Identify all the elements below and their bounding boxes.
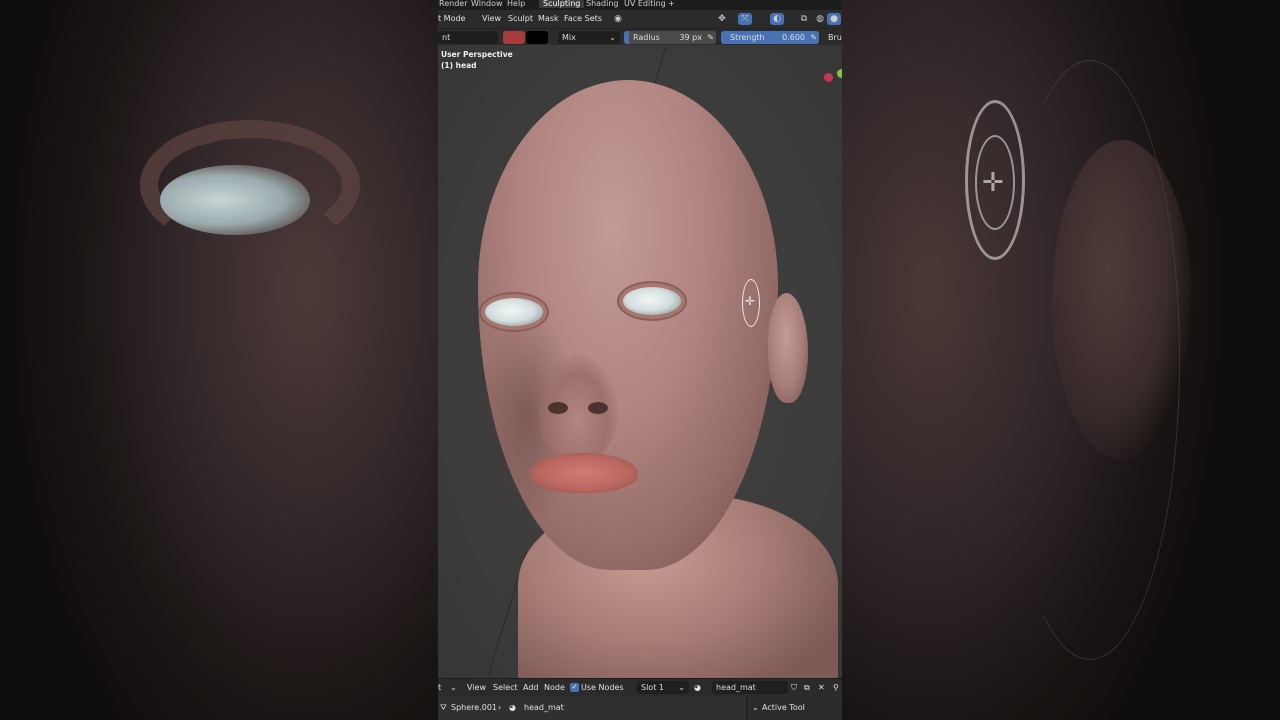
- fake-user-shield-icon[interactable]: ⛉: [791, 683, 797, 693]
- unlink-material-close-icon[interactable]: ✕: [818, 683, 825, 692]
- tool-settings-bar: nt Mix ⌄ Radius 39 px ✎ Strength 0.600 ✎…: [438, 28, 842, 45]
- menu-window[interactable]: Window: [471, 0, 503, 8]
- duplicate-material-icon[interactable]: ⧉: [804, 683, 810, 693]
- gizmo-toggle-icon[interactable]: ✥: [715, 13, 729, 25]
- solid-shading-icon[interactable]: ●: [827, 13, 841, 25]
- navigate-gizmo-icon[interactable]: ⤧: [738, 13, 752, 25]
- blender-window: Render Window Help Sculpting Shading UV …: [438, 0, 842, 720]
- active-tool-label[interactable]: Active Tool: [762, 703, 805, 712]
- right-eyeball: [623, 287, 681, 315]
- view-perspective-label: User Perspective: [441, 50, 513, 59]
- breadcrumb-material: head_mat: [524, 703, 564, 712]
- strength-slider[interactable]: Strength 0.600 ✎: [721, 31, 819, 44]
- brush-selector[interactable]: nt: [438, 31, 498, 44]
- primary-color-swatch[interactable]: [503, 31, 525, 44]
- chevron-down-icon[interactable]: ⌄: [450, 683, 457, 692]
- strength-value: 0.600: [782, 33, 805, 42]
- mode-selector[interactable]: t Mode: [438, 14, 465, 23]
- object-icon: ⛛: [440, 703, 447, 712]
- shader-editor-header: t ⌄ View Select Add Node ✓ Use Nodes Slo…: [438, 678, 842, 696]
- menu-node[interactable]: Node: [544, 683, 565, 692]
- crosshair-icon: ✛: [745, 294, 756, 308]
- pressure-pen-icon[interactable]: ✎: [810, 31, 817, 44]
- menu-select[interactable]: Select: [493, 683, 518, 692]
- left-eyeball: [485, 298, 543, 326]
- editor-type-selector[interactable]: t: [438, 683, 441, 692]
- overlay-toggle-icon[interactable]: ◐: [770, 13, 784, 25]
- chevron-down-icon: ⌄: [609, 33, 616, 42]
- chevron-right-icon: ›: [498, 703, 502, 712]
- viewport-header: t Mode View Sculpt Mask Face Sets ◉ ✥ ⤧ …: [438, 10, 842, 28]
- menu-render[interactable]: Render: [439, 0, 467, 8]
- xray-toggle-icon[interactable]: ⧉: [797, 13, 811, 25]
- top-menu-bar: Render Window Help Sculpting Shading UV …: [438, 0, 842, 10]
- menu-sculpt[interactable]: Sculpt: [508, 14, 533, 23]
- radius-slider-fill: [624, 31, 629, 44]
- menu-add[interactable]: Add: [523, 683, 539, 692]
- x-axis-gizmo[interactable]: [824, 73, 833, 82]
- chevron-down-icon[interactable]: ⌄: [752, 703, 759, 712]
- y-axis-gizmo[interactable]: [837, 69, 842, 78]
- 3d-viewport[interactable]: User Perspective (1) head ✛: [438, 45, 842, 695]
- strength-label: Strength: [730, 33, 765, 42]
- radius-value: 39 px: [679, 33, 702, 42]
- blend-mode-dropdown[interactable]: Mix ⌄: [558, 31, 620, 44]
- shader-editor-breadcrumb-bar: ⛛ Sphere.001 › ◕ head_mat ⌄ Active Tool: [438, 696, 842, 720]
- active-object-label: (1) head: [441, 61, 477, 70]
- slot-value: Slot 1: [641, 683, 664, 692]
- right-nostril: [588, 402, 608, 414]
- left-nostril: [548, 402, 568, 414]
- blurred-eye: [160, 165, 310, 235]
- material-browse-icon[interactable]: ◕: [694, 683, 701, 692]
- transform-orientation-icon[interactable]: ◉: [611, 13, 625, 25]
- use-nodes-checkbox[interactable]: ✓: [570, 683, 579, 692]
- blurred-brush-arc: [1000, 60, 1180, 660]
- menu-face-sets[interactable]: Face Sets: [564, 14, 602, 23]
- menu-mask[interactable]: Mask: [538, 14, 559, 23]
- ear-mesh: [768, 293, 808, 403]
- breadcrumb-object: Sphere.001: [451, 703, 497, 712]
- brush-settings-label[interactable]: Brus: [828, 33, 842, 42]
- wireframe-shading-icon[interactable]: ◍: [813, 13, 827, 25]
- secondary-color-swatch[interactable]: [526, 31, 548, 44]
- use-nodes-label: Use Nodes: [581, 683, 624, 692]
- material-name-field[interactable]: head_mat: [712, 681, 788, 694]
- tab-sculpting[interactable]: Sculpting: [539, 0, 585, 8]
- blend-mode-value: Mix: [562, 33, 576, 42]
- pressure-pen-icon[interactable]: ✎: [707, 31, 714, 44]
- active-tool-panel: ⌄ Active Tool: [746, 696, 842, 720]
- radius-label: Radius: [633, 33, 660, 42]
- blurred-crosshair-icon: ✛: [982, 168, 1004, 198]
- tab-shading[interactable]: Shading: [586, 0, 619, 8]
- radius-slider[interactable]: Radius 39 px ✎: [624, 31, 716, 44]
- add-workspace-button[interactable]: +: [668, 0, 675, 8]
- blurred-background-left: [0, 0, 438, 720]
- tab-uv-editing[interactable]: UV Editing: [624, 0, 666, 8]
- menu-view[interactable]: View: [467, 683, 486, 692]
- menu-help[interactable]: Help: [507, 0, 525, 8]
- slot-dropdown[interactable]: Slot 1 ⌄: [637, 681, 689, 694]
- chevron-down-icon: ⌄: [678, 683, 685, 692]
- pin-icon[interactable]: ⚲: [833, 683, 839, 692]
- material-icon: ◕: [509, 703, 516, 712]
- menu-view[interactable]: View: [482, 14, 501, 23]
- lips-mesh: [530, 453, 638, 493]
